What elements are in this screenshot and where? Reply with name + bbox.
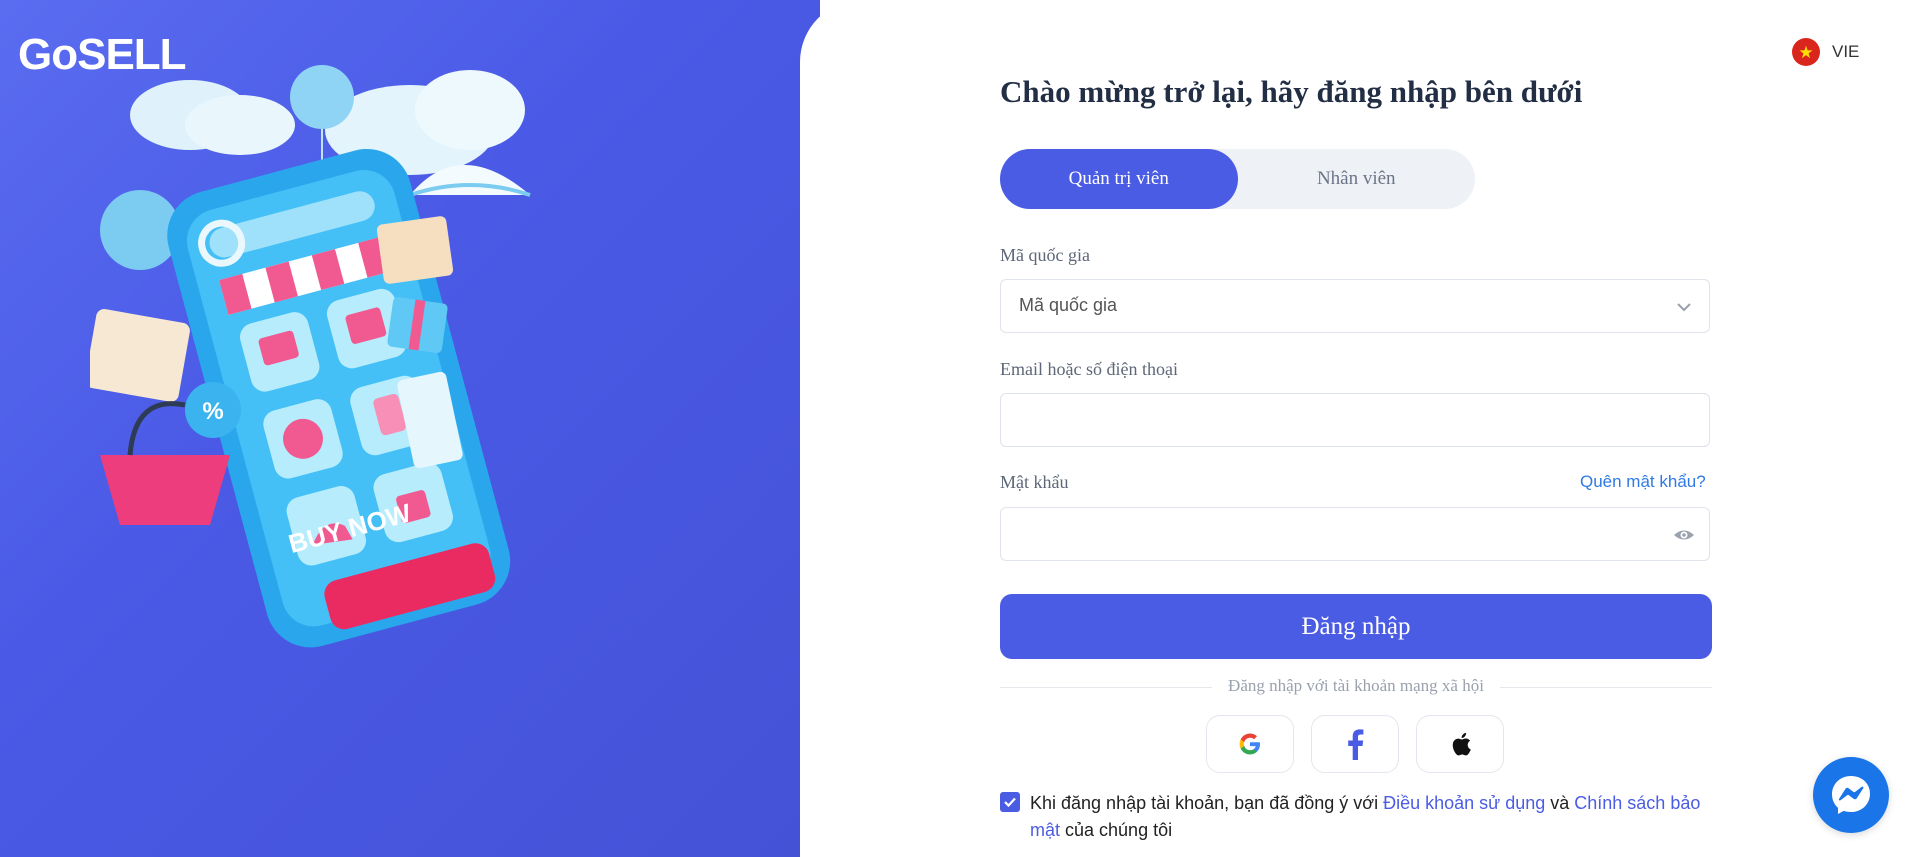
forgot-password-link[interactable]: Quên mật khẩu? [1580,472,1706,492]
terms-checkbox[interactable] [1000,792,1020,812]
apple-icon [1452,732,1471,756]
password-field[interactable] [1000,507,1710,561]
apple-login-button[interactable] [1416,715,1504,773]
chevron-down-icon [1677,303,1691,312]
messenger-icon [1832,776,1870,814]
language-selector[interactable]: ★ VIE [1792,38,1859,66]
terms-suffix: của chúng tôi [1060,820,1173,840]
terms-consent: Khi đăng nhập tài khoản, bạn đã đồng ý v… [1000,790,1720,844]
email-label: Email hoặc số điện thoại [1000,359,1178,379]
facebook-icon [1348,729,1364,760]
terms-prefix: Khi đăng nhập tài khoản, bạn đã đồng ý v… [1030,793,1384,813]
login-button[interactable]: Đăng nhập [1000,594,1712,659]
terms-text: Khi đăng nhập tài khoản, bạn đã đồng ý v… [1030,790,1720,844]
shopping-illustration: BUY NOW % [90,65,531,648]
country-code-select[interactable]: Mã quốc gia [1000,279,1710,333]
email-field[interactable] [1000,393,1710,447]
hero-panel: GoSELL BUY NOW % [0,0,820,857]
vietnam-flag-icon: ★ [1792,38,1820,66]
google-icon [1239,733,1260,755]
tab-staff[interactable]: Nhân viên [1238,149,1476,209]
language-code: VIE [1832,42,1860,61]
terms-and: và [1545,793,1575,813]
svg-text:%: % [202,398,223,425]
password-label: Mật khẩu [1000,472,1069,492]
messenger-chat-button[interactable] [1813,757,1889,833]
social-divider-text: Đăng nhập với tài khoản mạng xã hội [1228,676,1484,695]
social-divider: Đăng nhập với tài khoản mạng xã hội [1000,676,1712,698]
country-code-label: Mã quốc gia [1000,245,1090,265]
role-tabs: Quản trị viên Nhân viên [1000,149,1475,209]
google-login-button[interactable] [1206,715,1294,773]
page-title: Chào mừng trở lại, hãy đăng nhập bên dướ… [1000,74,1583,109]
tab-admin[interactable]: Quản trị viên [1000,149,1238,209]
facebook-login-button[interactable] [1311,715,1399,773]
checkmark-icon [1004,797,1016,808]
country-code-placeholder: Mã quốc gia [1019,295,1118,315]
eye-icon[interactable] [1673,526,1695,544]
terms-of-use-link[interactable]: Điều khoản sử dụng [1383,793,1545,813]
